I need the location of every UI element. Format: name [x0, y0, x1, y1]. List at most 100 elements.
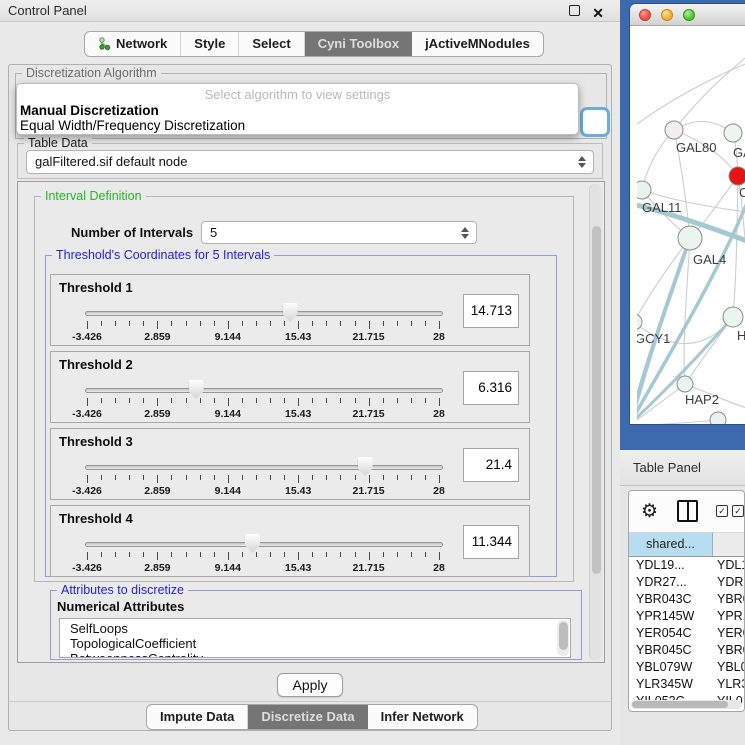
tab-select-label: Select	[252, 32, 290, 56]
network-window-titlebar[interactable]	[630, 4, 745, 26]
threshold-4-box: Threshold 4 -3.4262.8599.14415.4321.7152…	[50, 505, 530, 577]
threshold-4-slider-track[interactable]	[85, 542, 443, 547]
cell-shared-name[interactable]: YPR145W	[629, 608, 713, 625]
tab-cyni-toolbox[interactable]: Cyni Toolbox	[305, 32, 412, 56]
network-node-h-node[interactable]	[723, 307, 743, 327]
scrollbar-thumb[interactable]	[592, 226, 601, 574]
network-node-gal4[interactable]	[678, 226, 702, 250]
threshold-3-slider-thumb[interactable]	[358, 457, 373, 476]
table-horizontal-scrollbar[interactable]	[631, 700, 742, 709]
mac-zoom-icon[interactable]	[683, 9, 695, 21]
scrollbar-thumb[interactable]	[632, 701, 728, 708]
algorithm-combobox[interactable]	[580, 107, 610, 137]
network-node-red-node[interactable]	[729, 167, 745, 185]
network-node-gal11[interactable]	[637, 181, 651, 199]
cell-name[interactable]: YDR2	[713, 574, 745, 591]
tab-cyni-toolbox-label: Cyni Toolbox	[318, 32, 399, 56]
threshold-2-slider-track[interactable]	[85, 388, 443, 393]
cell-name[interactable]: YBL0	[713, 659, 745, 676]
threshold-3-value-field[interactable]: 21.4	[463, 448, 519, 482]
column-header-name[interactable]: na	[713, 533, 745, 557]
scale-tick-label: 28	[433, 408, 445, 420]
cell-name[interactable]: YLR3	[713, 676, 745, 693]
cell-shared-name[interactable]: YBL079W	[629, 659, 713, 676]
apply-button[interactable]: Apply	[277, 673, 343, 697]
close-icon[interactable]: ✕	[592, 2, 604, 24]
table-row[interactable]: YBL079WYBL0	[629, 659, 745, 676]
tick-mark	[256, 552, 257, 557]
tab-network-label: Network	[116, 32, 167, 56]
tick-mark	[312, 398, 313, 403]
tab-network[interactable]: Network	[85, 32, 181, 56]
tab-style[interactable]: Style	[181, 32, 239, 56]
table-row[interactable]: YDL19...YDL1	[629, 557, 745, 574]
tab-infer-network[interactable]: Infer Network	[368, 705, 477, 729]
cell-shared-name[interactable]: YDL19...	[629, 557, 713, 574]
popup-item-equal-width-frequency[interactable]: Equal Width/Frequency Discretization	[17, 118, 578, 133]
threshold-1-slider-track[interactable]	[85, 311, 443, 316]
network-edge[interactable]	[637, 420, 718, 424]
table-row[interactable]: YBR043CYBR0	[629, 591, 745, 608]
cell-shared-name[interactable]: YBR045C	[629, 642, 713, 659]
tab-impute-data[interactable]: Impute Data	[147, 705, 248, 729]
network-node-gal80[interactable]	[665, 121, 683, 139]
attribute-list-item[interactable]: BetweennessCentrality	[70, 651, 570, 658]
cell-name[interactable]: YBR0	[713, 642, 745, 659]
numerical-attributes-list[interactable]: SelfLoopsTopologicalCoefficientBetweenne…	[59, 618, 571, 658]
table-row[interactable]: YPR145WYPR1	[629, 608, 745, 625]
network-edge[interactable]	[684, 238, 690, 384]
network-canvas[interactable]: GAL80GACGAL11GAL4GCY1HHAP2	[637, 28, 745, 424]
cell-shared-name[interactable]: YBR043C	[629, 591, 713, 608]
network-node-partial-node[interactable]	[710, 412, 726, 424]
network-edge[interactable]	[637, 64, 745, 124]
cell-name[interactable]: YDL1	[713, 557, 745, 574]
checkbox-icon[interactable]: ✓	[732, 505, 744, 517]
table-data-combobox[interactable]: galFiltered.sif default node	[26, 150, 594, 174]
table-data-group: Table Data galFiltered.sif default node	[17, 143, 603, 179]
tab-discretize-data[interactable]: Discretize Data	[248, 705, 367, 729]
network-edge[interactable]	[642, 130, 674, 190]
threshold-2-slider-thumb[interactable]	[189, 380, 204, 399]
threshold-3-slider-track[interactable]	[85, 465, 443, 470]
attribute-list-item[interactable]: SelfLoops	[70, 621, 570, 636]
threshold-4-value-field[interactable]: 11.344	[463, 525, 519, 559]
scrollbar-thumb[interactable]	[559, 622, 568, 650]
column-header-shared-name[interactable]: shared...	[629, 533, 713, 557]
threshold-4-slider-thumb[interactable]	[245, 534, 260, 553]
tab-jactivemnodules[interactable]: jActiveMNodules	[412, 32, 543, 56]
table-row[interactable]: YDR27...YDR2	[629, 574, 745, 591]
cell-shared-name[interactable]: YLR345W	[629, 676, 713, 693]
split-columns-icon[interactable]	[677, 500, 698, 522]
cell-shared-name[interactable]: YER054C	[629, 625, 713, 642]
cell-name[interactable]: YPR1	[713, 608, 745, 625]
network-edge[interactable]	[637, 384, 685, 424]
mac-minimize-icon[interactable]	[661, 9, 673, 21]
panel-vertical-scrollbar[interactable]	[589, 184, 602, 660]
mac-close-icon[interactable]	[639, 9, 651, 21]
number-of-intervals-combobox[interactable]: 5	[201, 221, 477, 244]
threshold-1-slider-thumb[interactable]	[283, 303, 298, 322]
table-row[interactable]: YLR345WYLR3	[629, 676, 745, 693]
network-node-hap2[interactable]	[677, 376, 693, 392]
tab-jactivemnodules-label: jActiveMNodules	[425, 32, 530, 56]
attributes-list-scrollbar[interactable]	[557, 620, 569, 656]
network-node-gal-right[interactable]	[724, 124, 742, 142]
cell-name[interactable]: YBR0	[713, 591, 745, 608]
spinner-arrows-icon	[461, 227, 469, 239]
tab-select[interactable]: Select	[239, 32, 304, 56]
checkbox-icon[interactable]: ✓	[716, 505, 728, 517]
tick-mark	[340, 321, 341, 326]
float-window-icon[interactable]	[569, 5, 580, 16]
popup-item-manual-discretization[interactable]: Manual Discretization	[17, 103, 578, 118]
network-edge[interactable]	[733, 176, 738, 317]
table-row[interactable]: YER054CYER0	[629, 625, 745, 642]
scale-tick-label: 28	[433, 331, 445, 343]
threshold-1-value-field[interactable]: 14.713	[463, 294, 519, 328]
cell-name[interactable]: YER0	[713, 625, 745, 642]
gear-icon[interactable]: ⚙	[641, 500, 658, 523]
tick-mark	[284, 321, 285, 326]
table-row[interactable]: YBR045CYBR0	[629, 642, 745, 659]
attribute-list-item[interactable]: TopologicalCoefficient	[70, 636, 570, 651]
threshold-2-value-field[interactable]: 6.316	[463, 371, 519, 405]
cell-shared-name[interactable]: YDR27...	[629, 574, 713, 591]
